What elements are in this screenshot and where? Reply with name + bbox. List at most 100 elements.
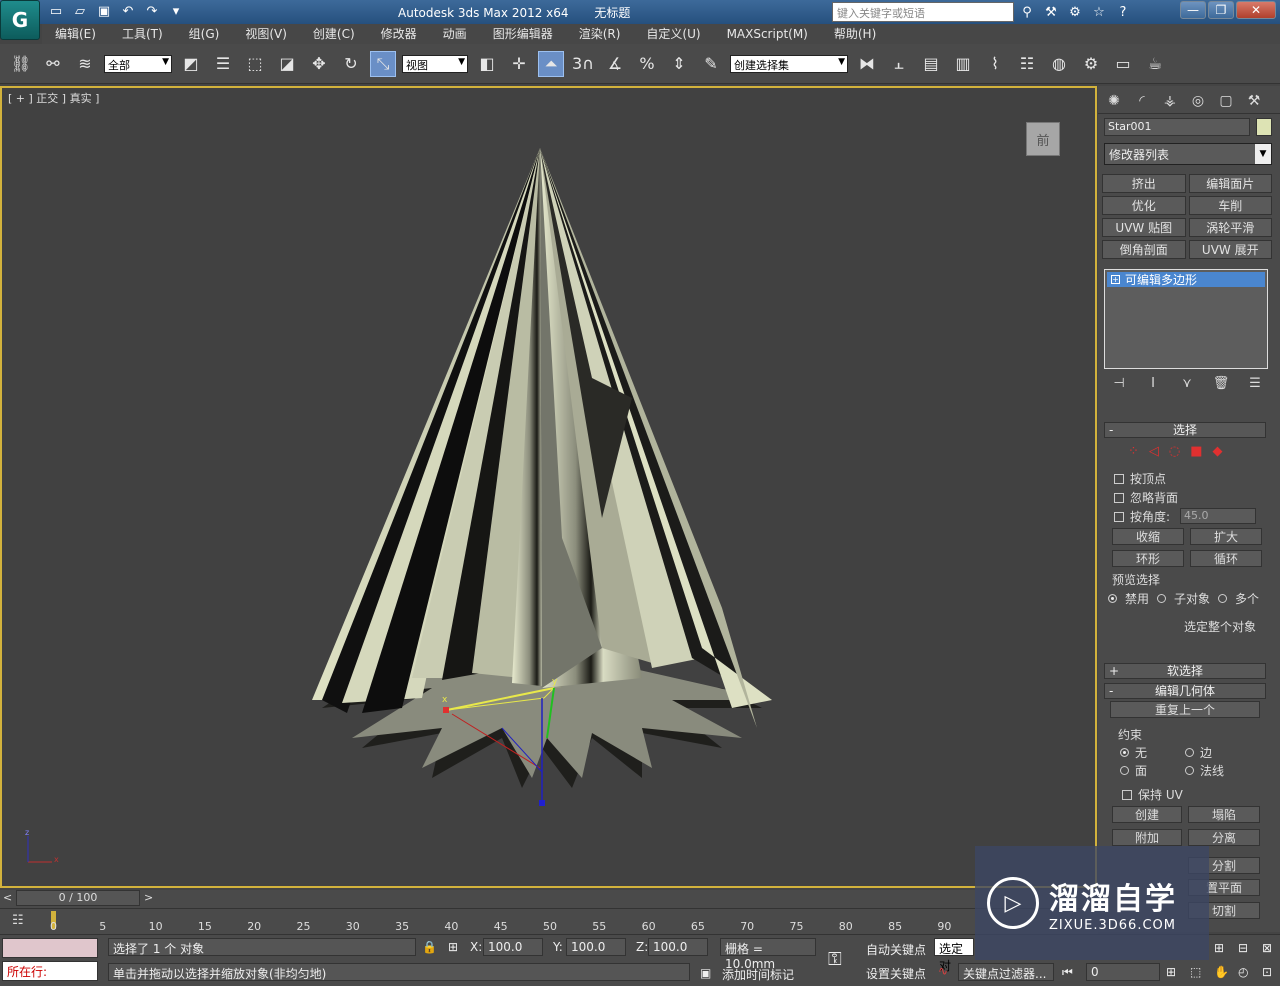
reference-coord-dropdown[interactable]: 视图 — [402, 54, 468, 73]
binoculars-icon[interactable]: ⚲ — [1018, 3, 1036, 21]
collapse-button[interactable]: 塌陷 — [1188, 806, 1260, 823]
curve-editor-mini-icon[interactable]: ☷ — [12, 913, 24, 928]
polygon-level-icon[interactable]: ■ — [1190, 444, 1202, 459]
time-slider-thumb[interactable]: 0 / 100 — [16, 890, 140, 906]
create-tab-icon[interactable]: ✺ — [1102, 90, 1126, 112]
qat-dropdown-icon[interactable]: ▾ — [166, 2, 186, 20]
time-prev-icon[interactable]: < — [3, 891, 12, 904]
zoom-region-icon[interactable]: ⬚ — [1190, 965, 1201, 979]
constraint-normal-radio[interactable] — [1185, 766, 1194, 775]
optimize-button[interactable]: 优化 — [1102, 196, 1186, 215]
select-manipulate-icon[interactable]: ✛ — [506, 51, 532, 77]
lock-icon[interactable]: 🔒 — [422, 940, 437, 954]
detach-button[interactable]: 分离 — [1188, 829, 1260, 846]
unlink-icon[interactable]: ⚯ — [40, 51, 66, 77]
new-file-icon[interactable]: ▭ — [46, 2, 66, 20]
curve-editor-icon[interactable]: ⌇ — [982, 51, 1008, 77]
align-icon[interactable]: ⫠ — [886, 51, 912, 77]
rect-selection-icon[interactable]: ⬚ — [242, 51, 268, 77]
menu-customize[interactable]: 自定义(U) — [633, 24, 713, 44]
display-tab-icon[interactable]: ▢ — [1214, 90, 1238, 112]
key-selected-dropdown[interactable]: 选定对 — [934, 938, 974, 973]
mirror-icon[interactable]: ⧓ — [854, 51, 880, 77]
viewcube[interactable]: 前 — [1026, 122, 1060, 156]
go-to-start-icon[interactable]: ⏮ — [1062, 965, 1073, 980]
menu-edit[interactable]: 编辑(E) — [42, 24, 109, 44]
menu-graph-editors[interactable]: 图形编辑器 — [480, 24, 566, 44]
menu-views[interactable]: 视图(V) — [232, 24, 300, 44]
render-production-icon[interactable]: ☕ — [1142, 51, 1168, 77]
angle-spinner[interactable]: 45.0 — [1180, 508, 1256, 524]
key-filters-button[interactable]: 关键点过滤器... — [958, 963, 1054, 981]
repeat-last-button[interactable]: 重复上一个 — [1110, 701, 1260, 718]
named-selection-dropdown[interactable]: 创建选择集 — [730, 54, 848, 73]
maxscript-mini-listener[interactable]: 所在行: — [2, 961, 98, 981]
save-icon[interactable]: ▣ — [94, 2, 114, 20]
track-bar[interactable]: ☷ 0 5 10 15 20 25 30 35 40 45 50 55 60 65 70 75 80 85 90 — [0, 908, 1098, 934]
maximize-viewport-icon[interactable]: ⊡ — [1262, 965, 1272, 979]
menu-help[interactable]: 帮助(H) — [821, 24, 889, 44]
menu-tools[interactable]: 工具(T) — [109, 24, 176, 44]
edit-geometry-rollout-header[interactable]: - 编辑几何体 — [1104, 683, 1266, 699]
time-next-icon[interactable]: > — [144, 891, 153, 904]
snap-toggle-icon[interactable]: 3 ∩ — [570, 51, 596, 77]
search-input[interactable]: 键入关键字或短语 — [832, 2, 1014, 22]
move-icon[interactable]: ✥ — [306, 51, 332, 77]
scale-icon[interactable]: ⤡ — [370, 50, 396, 77]
minimize-button[interactable]: — — [1180, 1, 1206, 19]
x-coord-field[interactable]: 100.0 — [483, 938, 543, 956]
preview-disabled-radio[interactable] — [1108, 594, 1117, 603]
element-level-icon[interactable]: ◆ — [1213, 444, 1223, 459]
stack-item-editable-poly[interactable]: + 可编辑多边形 — [1107, 272, 1265, 287]
attach-button[interactable]: 附加 — [1112, 829, 1182, 846]
current-frame-field[interactable]: 0 — [1086, 963, 1160, 981]
utilities-tab-icon[interactable]: ⚒ — [1242, 90, 1266, 112]
configure-sets-icon[interactable]: ☰ — [1244, 376, 1266, 391]
border-level-icon[interactable]: ◌ — [1169, 444, 1180, 459]
add-time-tag-label[interactable]: 添加时间标记 — [722, 966, 794, 983]
close-button[interactable]: ✕ — [1236, 1, 1276, 19]
preserve-uv-checkbox[interactable]: 保持 UV — [1122, 786, 1183, 803]
set-key-icon[interactable]: ⚿ — [828, 949, 842, 970]
preview-subobject-radio[interactable] — [1157, 594, 1167, 603]
zoom-extents-all-icon[interactable]: ⊠ — [1262, 941, 1272, 955]
constraint-edge-radio[interactable] — [1185, 748, 1194, 757]
keyboard-shortcut-override-icon[interactable]: ⏶ — [538, 50, 564, 77]
menu-animation[interactable]: 动画 — [430, 24, 480, 44]
star-mesh[interactable] — [312, 148, 772, 788]
constraint-none-radio[interactable] — [1120, 748, 1129, 757]
edit-patch-button[interactable]: 编辑面片 — [1188, 174, 1272, 193]
select-by-name-icon[interactable]: ☰ — [210, 51, 236, 77]
window-crossing-icon[interactable]: ◪ — [274, 51, 300, 77]
extrude-button[interactable]: 挤出 — [1102, 174, 1186, 193]
key-mode-icon[interactable]: ∿ — [938, 964, 948, 978]
communication-icon[interactable]: ⚙ — [1066, 3, 1084, 21]
angle-snap-icon[interactable]: ∡ — [602, 51, 628, 77]
pivot-center-icon[interactable]: ◧ — [474, 51, 500, 77]
create-button[interactable]: 创建 — [1112, 806, 1182, 823]
y-coord-field[interactable]: 100.0 — [566, 938, 626, 956]
preview-multi-radio[interactable] — [1218, 594, 1228, 603]
hierarchy-tab-icon[interactable]: ⚶ — [1158, 90, 1182, 112]
by-angle-checkbox[interactable]: 按角度: — [1114, 508, 1170, 525]
undo-icon[interactable]: ↶ — [118, 2, 138, 20]
time-config-icon[interactable]: ⊞ — [1166, 965, 1176, 979]
ring-button[interactable]: 环形 — [1112, 550, 1184, 567]
bind-space-warp-icon[interactable]: ≋ — [72, 51, 98, 77]
edge-level-icon[interactable]: ◁ — [1149, 444, 1159, 459]
open-file-icon[interactable]: ▱ — [70, 2, 90, 20]
rendered-frame-icon[interactable]: ▭ — [1110, 51, 1136, 77]
show-end-result-icon[interactable]: Ⅰ — [1142, 376, 1164, 391]
modifier-stack[interactable]: + 可编辑多边形 — [1104, 269, 1268, 369]
select-object-icon[interactable]: ◩ — [178, 51, 204, 77]
turbosmooth-button[interactable]: 涡轮平滑 — [1188, 218, 1272, 237]
restore-button[interactable]: ❐ — [1208, 1, 1234, 19]
grow-button[interactable]: 扩大 — [1190, 528, 1262, 545]
favorites-icon[interactable]: ☆ — [1090, 3, 1108, 21]
zoom-extents-icon[interactable]: ⊟ — [1238, 941, 1248, 955]
loop-button[interactable]: 循环 — [1190, 550, 1262, 567]
selection-filter-dropdown[interactable]: 全部 — [104, 54, 172, 73]
ignore-backfacing-checkbox[interactable]: 忽略背面 — [1114, 489, 1178, 506]
front-viewport[interactable]: [ + ] 正交 ] 真实 ] x y 前 x z — [0, 86, 1097, 888]
soft-selection-rollout-header[interactable]: + 软选择 — [1104, 663, 1266, 679]
